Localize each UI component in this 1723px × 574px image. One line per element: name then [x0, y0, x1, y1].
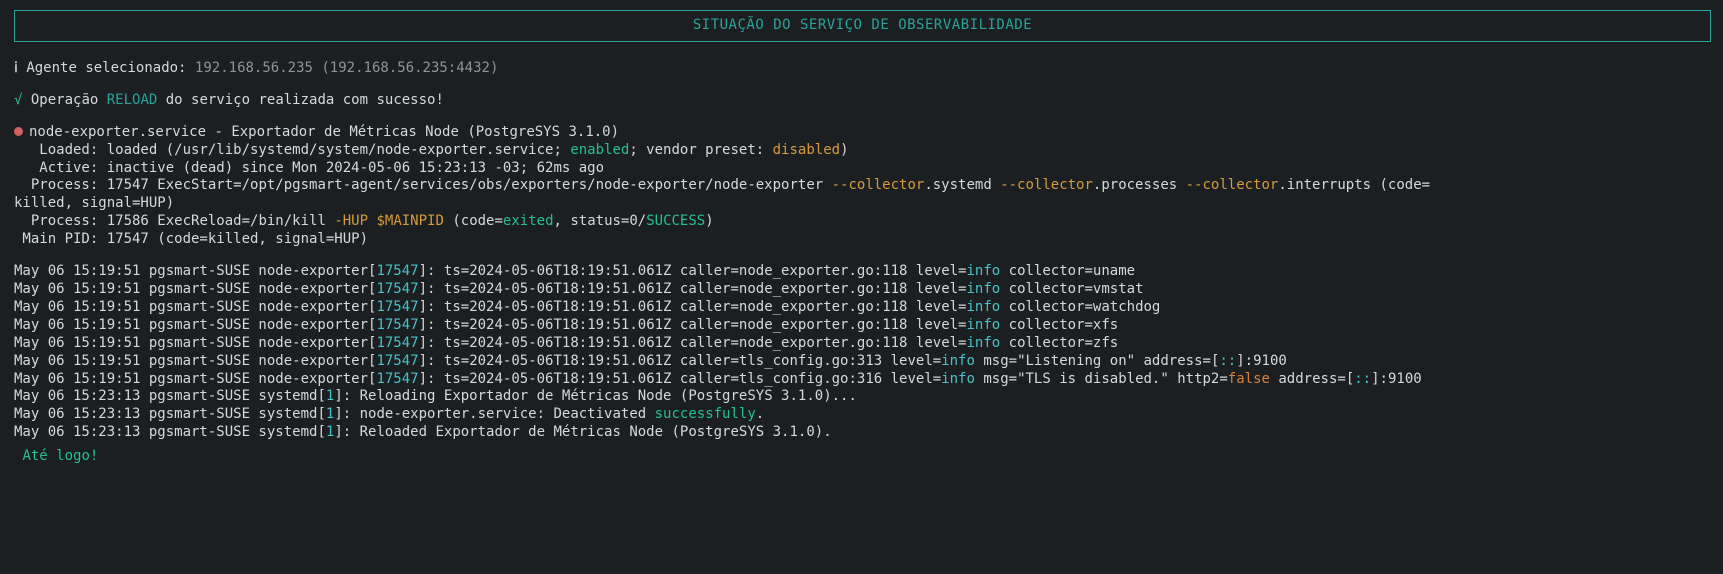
success-prefix: Operação — [31, 92, 107, 108]
service-name: node-exporter.service — [29, 124, 206, 140]
log-line: May 06 15:19:51 pgsmart-SUSE node-export… — [14, 263, 1711, 281]
log-line: May 06 15:23:13 pgsmart-SUSE systemd[1]:… — [14, 406, 1711, 424]
service-sep: - — [206, 124, 231, 140]
service-desc: Exportador de Métricas Node (PostgreSYS … — [231, 124, 619, 140]
log-line: May 06 15:19:51 pgsmart-SUSE node-export… — [14, 335, 1711, 353]
panel-title-text: SITUAÇÃO DO SERVIÇO DE OBSERVABILIDADE — [693, 17, 1032, 33]
log-line: May 06 15:19:51 pgsmart-SUSE node-export… — [14, 281, 1711, 299]
log-output: May 06 15:19:51 pgsmart-SUSE node-export… — [14, 263, 1711, 442]
panel-title: SITUAÇÃO DO SERVIÇO DE OBSERVABILIDADE — [14, 10, 1711, 42]
log-line: May 06 15:19:51 pgsmart-SUSE node-export… — [14, 371, 1711, 389]
active-line: Active: inactive (dead) since Mon 2024-0… — [14, 160, 1711, 178]
agent-label: Agente selecionado: — [26, 60, 186, 76]
log-line: May 06 15:19:51 pgsmart-SUSE node-export… — [14, 299, 1711, 317]
agent-line: ⅰ Agente selecionado: 192.168.56.235 (19… — [14, 60, 1711, 78]
process1-line: Process: 17547 ExecStart=/opt/pgsmart-ag… — [14, 177, 1711, 195]
agent-endpoint: (192.168.56.235:4432) — [321, 60, 498, 76]
agent-ip: 192.168.56.235 — [195, 60, 313, 76]
status-dot-icon — [14, 127, 23, 136]
log-line: May 06 15:19:51 pgsmart-SUSE node-export… — [14, 353, 1711, 371]
log-line: May 06 15:23:13 pgsmart-SUSE systemd[1]:… — [14, 388, 1711, 406]
check-icon: √ — [14, 92, 22, 108]
process1-wrap: killed, signal=HUP) — [14, 195, 1711, 213]
status-enabled: enabled — [570, 142, 629, 158]
info-icon: ⅰ — [14, 60, 18, 76]
mainpid-line: Main PID: 17547 (code=killed, signal=HUP… — [14, 231, 1711, 249]
success-line: √ Operação RELOAD do serviço realizada c… — [14, 92, 1711, 110]
log-line: May 06 15:19:51 pgsmart-SUSE node-export… — [14, 317, 1711, 335]
service-header: node-exporter.service - Exportador de Mé… — [14, 124, 1711, 142]
success-op: RELOAD — [107, 92, 158, 108]
process2-line: Process: 17586 ExecReload=/bin/kill -HUP… — [14, 213, 1711, 231]
loaded-line: Loaded: loaded (/usr/lib/systemd/system/… — [14, 142, 1711, 160]
success-suffix: do serviço realizada com sucesso! — [157, 92, 444, 108]
farewell: Até logo! — [14, 448, 1711, 466]
status-disabled: disabled — [773, 142, 840, 158]
log-line: May 06 15:23:13 pgsmart-SUSE systemd[1]:… — [14, 424, 1711, 442]
